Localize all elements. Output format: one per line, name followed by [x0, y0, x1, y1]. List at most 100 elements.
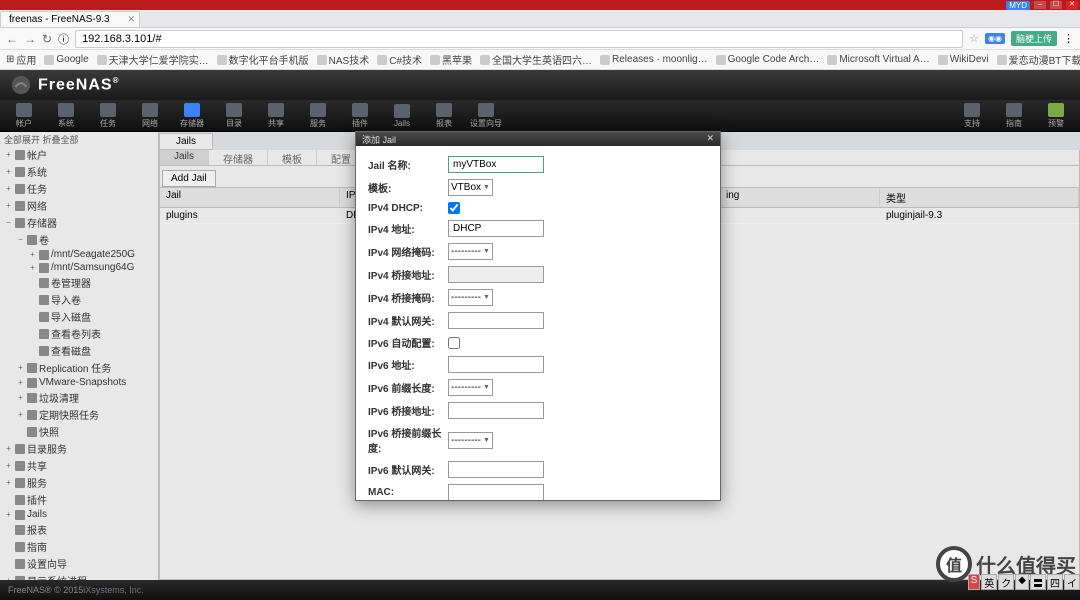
tree-node[interactable]: 查看磁盘: [0, 342, 158, 359]
browser-tabstrip: freenas - FreeNAS-9.3 ✕: [0, 10, 1080, 28]
col-type[interactable]: 类型: [880, 188, 1079, 207]
ipv4-mask-select[interactable]: ---------▼: [448, 243, 493, 260]
ipv4-dhcp-checkbox[interactable]: [448, 202, 460, 214]
info-icon[interactable]: ⓘ: [58, 31, 69, 47]
col-running[interactable]: ing: [720, 188, 880, 207]
bookmark-item[interactable]: 爱恋动漫BT下载: [997, 52, 1080, 67]
add-jail-button[interactable]: Add Jail: [162, 170, 216, 187]
chevron-down-icon: ▼: [483, 184, 490, 191]
apps-icon[interactable]: ⊞ 应用: [6, 52, 36, 67]
close-tab-icon[interactable]: ✕: [127, 14, 135, 25]
subtab-storage[interactable]: 存储器: [209, 150, 268, 165]
tree-node[interactable]: +网络: [0, 197, 158, 214]
toolbar-support[interactable]: 支持: [954, 103, 990, 129]
ipv6-bridge-input[interactable]: [448, 402, 544, 419]
subtab-jails[interactable]: Jails: [160, 150, 209, 165]
jail-name-input[interactable]: [448, 156, 544, 173]
close-button[interactable]: ✕: [1066, 1, 1078, 9]
toolbar-directory[interactable]: 目录: [216, 103, 252, 129]
browser-tab[interactable]: freenas - FreeNAS-9.3 ✕: [0, 11, 140, 27]
ipv6-plen-select[interactable]: ---------▼: [448, 379, 493, 396]
subtab-templates[interactable]: 模板: [268, 150, 317, 165]
toolbar-alerts[interactable]: 预警: [1038, 103, 1074, 129]
bookmark-item[interactable]: 黑苹果: [430, 52, 472, 67]
tree-node[interactable]: 快照: [0, 423, 158, 440]
toolbar-reporting[interactable]: 报表: [426, 103, 462, 129]
toolbar-plugins[interactable]: 插件: [342, 103, 378, 129]
bookmark-item[interactable]: 全国大学生英语四六…: [480, 52, 592, 67]
tree-node[interactable]: +帐户: [0, 146, 158, 163]
sidebar-controls[interactable]: 全部展开 折叠全部: [0, 132, 158, 146]
sidebar: 全部展开 折叠全部 +帐户+系统+任务+网络−存储器−卷+/mnt/Seagat…: [0, 132, 159, 580]
tree-node[interactable]: +VMware-Snapshots: [0, 376, 158, 389]
tree-node[interactable]: 指南: [0, 538, 158, 555]
toolbar-system[interactable]: 系统: [48, 103, 84, 129]
tree-node[interactable]: 设置向导: [0, 555, 158, 572]
toolbar-wizard[interactable]: 设置向导: [468, 103, 504, 129]
toolbar-services[interactable]: 服务: [300, 103, 336, 129]
toolbar-tasks[interactable]: 任务: [90, 103, 126, 129]
ipv6-gw-input[interactable]: [448, 461, 544, 478]
extension-icon[interactable]: ◉◉: [985, 33, 1005, 44]
back-button[interactable]: ←: [6, 32, 18, 46]
bookmark-item[interactable]: NAS技术: [317, 52, 370, 67]
reload-button[interactable]: ↻: [42, 32, 52, 46]
tree-node[interactable]: +任务: [0, 180, 158, 197]
ipv4-brmask-select[interactable]: ---------▼: [448, 289, 493, 306]
tree-node[interactable]: 查看卷列表: [0, 325, 158, 342]
tree-node[interactable]: 插件: [0, 491, 158, 508]
tree-node[interactable]: +Replication 任务: [0, 359, 158, 376]
toolbar-guide[interactable]: 指南: [996, 103, 1032, 129]
tree-node[interactable]: +垃圾清理: [0, 389, 158, 406]
tree-node[interactable]: +显示系统进程: [0, 572, 158, 580]
footer: FreeNAS® © 2015 iXsystems, Inc.: [0, 580, 1080, 600]
ipv4-addr-input[interactable]: [448, 220, 544, 237]
bookmark-item[interactable]: Microsoft Virtual A…: [827, 54, 929, 65]
tree-node[interactable]: 导入磁盘: [0, 308, 158, 325]
ipv4-mask-label: IPv4 网络掩码:: [368, 244, 448, 259]
bookmark-item[interactable]: Google: [44, 54, 88, 65]
ipv6-addr-input[interactable]: [448, 356, 544, 373]
toolbar-jails[interactable]: Jails: [384, 104, 420, 128]
ipv6-brplen-select[interactable]: ---------▼: [448, 432, 493, 449]
extension-button[interactable]: 脑梗上传: [1011, 31, 1057, 46]
bookmark-item[interactable]: 数字化平台手机版: [217, 52, 309, 67]
tree-node[interactable]: 卷管理器: [0, 274, 158, 291]
bookmark-item[interactable]: WikiDevi: [938, 54, 989, 65]
bookmark-item[interactable]: 天津大学仁爱学院实…: [97, 52, 209, 67]
template-label: 模板:: [368, 180, 448, 195]
tree-node[interactable]: +Jails: [0, 508, 158, 521]
tree-node[interactable]: +/mnt/Samsung64G: [0, 261, 158, 274]
ipv6-auto-checkbox[interactable]: [448, 337, 460, 349]
footer-link[interactable]: iXsystems, Inc.: [83, 585, 144, 595]
tree-node[interactable]: +共享: [0, 457, 158, 474]
bookmark-item[interactable]: C#技术: [377, 52, 422, 67]
tree-node[interactable]: +/mnt/Seagate250G: [0, 248, 158, 261]
toolbar-sharing[interactable]: 共享: [258, 103, 294, 129]
col-jail[interactable]: Jail: [160, 188, 340, 207]
ipv4-gw-input[interactable]: [448, 312, 544, 329]
tree-node[interactable]: −卷: [0, 231, 158, 248]
toolbar-account[interactable]: 帐户: [6, 103, 42, 129]
toolbar-network[interactable]: 网络: [132, 103, 168, 129]
tab-jails[interactable]: Jails: [159, 133, 213, 150]
bookmark-item[interactable]: Google Code Arch…: [716, 54, 820, 65]
tree-node[interactable]: 导入卷: [0, 291, 158, 308]
tree-node[interactable]: +系统: [0, 163, 158, 180]
bookmark-star-icon[interactable]: ☆: [969, 32, 979, 45]
minimize-button[interactable]: –: [1034, 1, 1046, 9]
toolbar-storage[interactable]: 存储器: [174, 103, 210, 129]
forward-button[interactable]: →: [24, 32, 36, 46]
tree-node[interactable]: +定期快照任务: [0, 406, 158, 423]
bookmark-item[interactable]: Releases · moonlig…: [600, 54, 708, 65]
menu-icon[interactable]: ⋮: [1063, 32, 1074, 45]
maximize-button[interactable]: ☐: [1050, 1, 1062, 9]
mac-input[interactable]: [448, 484, 544, 500]
template-select[interactable]: VTBox▼: [448, 179, 493, 196]
tree-node[interactable]: −存储器: [0, 214, 158, 231]
tree-node[interactable]: +目录服务: [0, 440, 158, 457]
address-input[interactable]: [75, 30, 963, 48]
modal-close-icon[interactable]: ✕: [706, 133, 714, 145]
tree-node[interactable]: +服务: [0, 474, 158, 491]
tree-node[interactable]: 报表: [0, 521, 158, 538]
